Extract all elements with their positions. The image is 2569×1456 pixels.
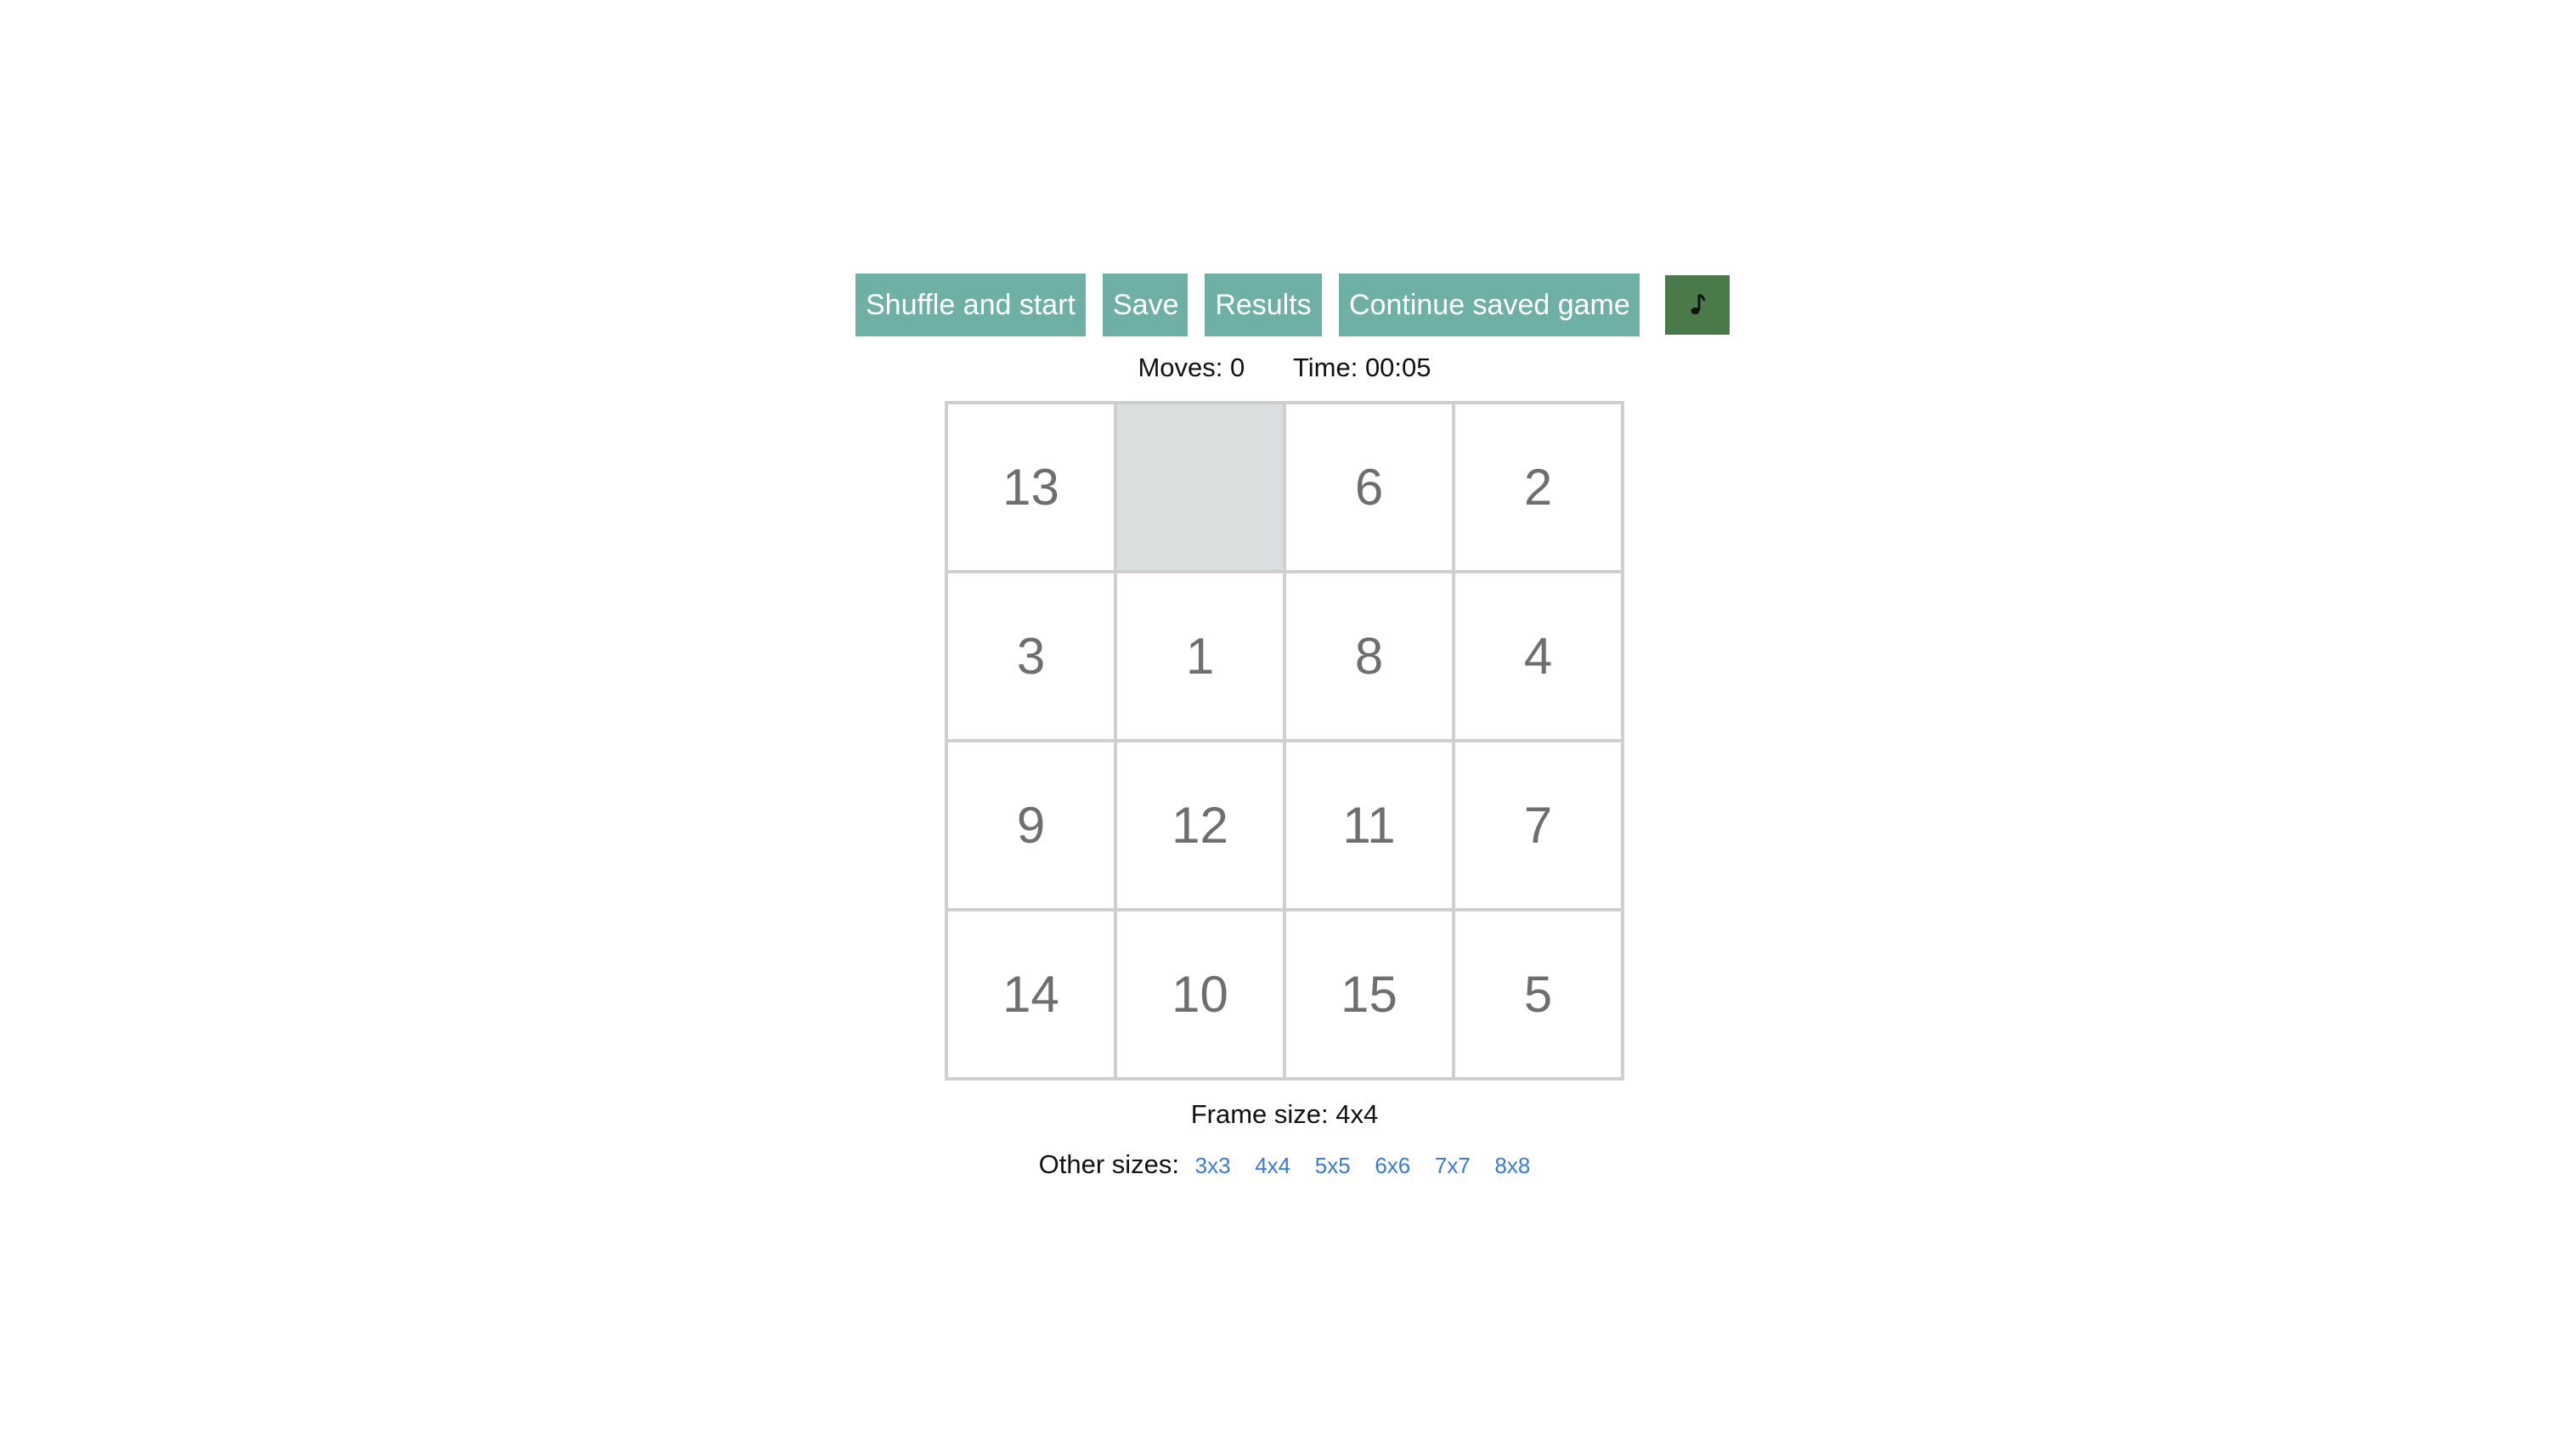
moves-value: 0: [1230, 353, 1245, 382]
puzzle-tile[interactable]: 13: [946, 403, 1115, 572]
results-button[interactable]: Results: [1205, 274, 1322, 336]
save-button[interactable]: Save: [1103, 274, 1188, 336]
frame-size-info: Frame size: 4x4: [0, 1099, 2569, 1130]
puzzle-tile[interactable]: 10: [1115, 910, 1284, 1079]
puzzle-tile[interactable]: 2: [1454, 403, 1623, 572]
puzzle-tile[interactable]: 5: [1454, 910, 1623, 1079]
toolbar: Shuffle and start Save Results Continue …: [855, 274, 1730, 336]
shuffle-and-start-button[interactable]: Shuffle and start: [855, 274, 1086, 336]
puzzle-tile[interactable]: 11: [1284, 741, 1454, 910]
music-note-icon: [1691, 293, 1706, 314]
other-sizes: Other sizes: 3x3 4x4 5x5 6x6 7x7 8x8: [0, 1149, 2569, 1180]
puzzle-board: 13 6 2 3 1 8 4 9 12 11 7 14 10 15 5: [945, 401, 1624, 1081]
game-page: Shuffle and start Save Results Continue …: [0, 0, 2569, 1456]
other-sizes-label: Other sizes:: [1038, 1149, 1180, 1179]
puzzle-tile[interactable]: 4: [1454, 572, 1623, 741]
size-link-6x6[interactable]: 6x6: [1375, 1153, 1410, 1178]
puzzle-tile[interactable]: 1: [1115, 572, 1284, 741]
puzzle-tile[interactable]: 9: [946, 741, 1115, 910]
puzzle-tile[interactable]: 7: [1454, 741, 1623, 910]
puzzle-tile[interactable]: 15: [1284, 910, 1454, 1079]
continue-saved-game-button[interactable]: Continue saved game: [1339, 274, 1640, 336]
frame-size-value: 4x4: [1335, 1099, 1379, 1129]
size-link-7x7[interactable]: 7x7: [1435, 1153, 1471, 1178]
puzzle-tile[interactable]: 14: [946, 910, 1115, 1079]
time-value: 00:05: [1364, 353, 1431, 382]
time-label: Time:: [1292, 353, 1358, 382]
size-link-5x5[interactable]: 5x5: [1315, 1153, 1351, 1178]
size-link-4x4[interactable]: 4x4: [1255, 1153, 1290, 1178]
puzzle-tile[interactable]: 12: [1115, 741, 1284, 910]
size-link-8x8[interactable]: 8x8: [1494, 1153, 1530, 1178]
empty-tile: [1115, 403, 1284, 572]
game-status: Moves: 0 Time: 00:05: [0, 353, 2569, 383]
puzzle-tile[interactable]: 3: [946, 572, 1115, 741]
frame-size-label: Frame size:: [1190, 1099, 1329, 1129]
puzzle-tile[interactable]: 8: [1284, 572, 1454, 741]
puzzle-tile[interactable]: 6: [1284, 403, 1454, 572]
music-toggle-button[interactable]: [1665, 275, 1730, 335]
moves-label: Moves:: [1138, 353, 1223, 382]
size-link-3x3[interactable]: 3x3: [1195, 1153, 1231, 1178]
